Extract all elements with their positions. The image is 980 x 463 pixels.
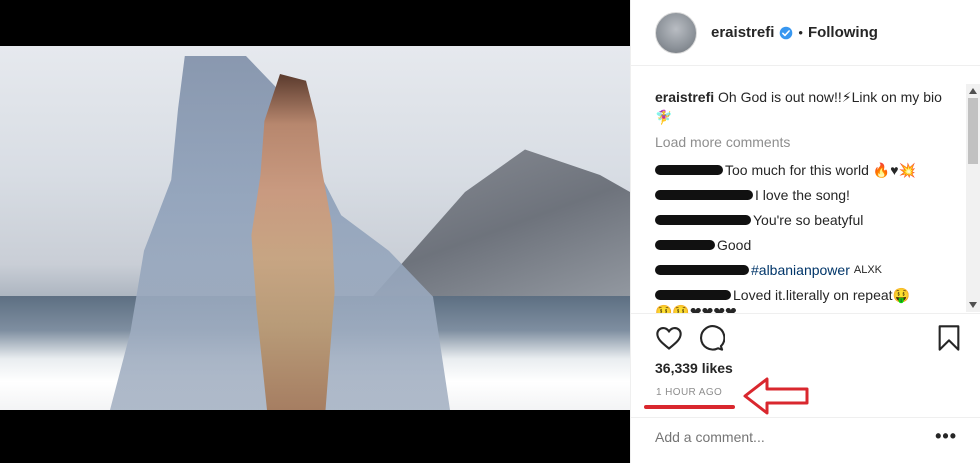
bookmark-icon[interactable] (935, 324, 963, 352)
username[interactable]: eraistrefi (711, 24, 774, 41)
post-sidebar: eraistrefi • Following eraistrefi Oh God… (630, 0, 980, 463)
post-timestamp[interactable]: 1 HOUR AGO (656, 387, 722, 398)
more-options-icon[interactable]: ••• (935, 426, 957, 447)
separator-dot: • (798, 25, 803, 40)
likes-count[interactable]: 36,339 likes (655, 360, 733, 376)
redacted-username (655, 240, 715, 250)
comment-extra: ALXK (853, 264, 882, 276)
avatar[interactable] (655, 11, 697, 54)
post-header: eraistrefi • Following (631, 0, 980, 66)
comment-text: Loved it.literally on repeat🤑 (733, 286, 910, 303)
comment-row: Good (655, 236, 751, 254)
redacted-username (655, 215, 751, 225)
verified-badge-icon (780, 26, 793, 39)
add-comment-input[interactable] (655, 429, 915, 445)
comment-row: I love the song! (655, 186, 850, 204)
comment-text: 🤑🤑❤❤❤❤ (655, 303, 737, 314)
comment-text: You're so beatyful (753, 212, 864, 228)
comment-text: I love the song! (755, 187, 850, 203)
action-bar (631, 313, 980, 363)
redacted-username (655, 290, 731, 300)
add-comment-bar: ••• (631, 417, 980, 463)
annotation-underline (644, 405, 735, 409)
redacted-username (655, 165, 723, 175)
load-more-comments[interactable]: Load more comments (655, 134, 790, 150)
comment-icon[interactable] (697, 324, 725, 352)
comment-row: Loved it.literally on repeat🤑 (655, 286, 910, 304)
post-photo[interactable] (0, 46, 630, 410)
scroll-down-icon[interactable] (969, 302, 977, 308)
following-button[interactable]: Following (808, 24, 878, 41)
hashtag-link[interactable]: #albanianpower (751, 262, 850, 278)
comments-scrollbar[interactable] (966, 84, 980, 312)
comments-list: eraistrefi Oh God is out now!!⚡Link on m… (631, 77, 980, 313)
comment-row: #albanianpower ALXK (655, 261, 882, 279)
caption-username[interactable]: eraistrefi (655, 89, 714, 105)
heart-icon[interactable] (655, 324, 683, 352)
comment-row: You're so beatyful (655, 211, 863, 229)
comment-text: Good (717, 237, 752, 253)
scroll-up-icon[interactable] (969, 88, 977, 94)
post-media[interactable] (0, 0, 630, 463)
comment-row: Too much for this world 🔥♥💥 (655, 161, 916, 179)
comment-text: Too much for this world 🔥♥💥 (725, 161, 917, 178)
redacted-username (655, 190, 753, 200)
scroll-thumb[interactable] (968, 98, 978, 164)
red-arrow-annotation (743, 377, 809, 415)
comment-row-continuation: 🤑🤑❤❤❤❤ (655, 303, 737, 314)
redacted-username (655, 265, 749, 275)
caption: eraistrefi Oh God is out now!!⚡Link on m… (655, 87, 955, 127)
